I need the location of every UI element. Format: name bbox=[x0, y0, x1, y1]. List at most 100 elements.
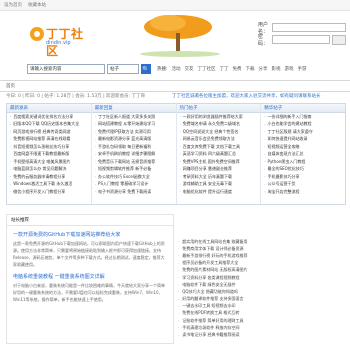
hot-link[interactable]: 交友 bbox=[185, 66, 194, 72]
post-link[interactable]: 百度网盘不限速下载教程最新版 bbox=[7, 151, 91, 159]
hot-search-links: 热搜: 活动 交友 丁丁社区 丁丁 免费 下载 分享 影视 游戏 手游 bbox=[157, 66, 307, 72]
username-input[interactable] bbox=[272, 23, 346, 32]
post-link[interactable]: 电脑优化软件 提升运行速度 bbox=[177, 188, 261, 196]
hot-link[interactable]: 影视 bbox=[272, 66, 281, 72]
post-link[interactable]: 手游礼包码领取 每日更新福利 bbox=[92, 143, 176, 151]
list-item[interactable]: 记账软件推荐 简单好用的理财工具 bbox=[178, 317, 344, 324]
login-form: 用户名： 密码： bbox=[258, 22, 346, 47]
featured-post-title[interactable]: 一款开源免费的GitHub下载加速网站推荐给大家 bbox=[13, 231, 167, 238]
post-link[interactable]: PS入门教程 零基础学习设计 bbox=[92, 181, 176, 189]
post-link[interactable]: 丁丁社区新人报道 大家多多关照 bbox=[92, 113, 176, 121]
latest-replies-column: 最新回复 丁丁社区新人报道 大家多多关照 网站搭建教程 从零开始建站学习 免费代… bbox=[91, 104, 177, 204]
post-link[interactable]: 百度搜索关键词优化排名方法分享 bbox=[7, 113, 91, 121]
header: 丁丁社区 dindin.vip 用户名： 密码： bbox=[0, 11, 350, 58]
post-link[interactable]: QQ空间说说大全 经典个性签名 bbox=[177, 128, 261, 136]
post-link[interactable]: 游戏辅助工具 安全无毒下载 bbox=[177, 181, 261, 189]
list-item[interactable]: 电脑软件下载 绿色安全无插件 bbox=[178, 281, 344, 288]
bookmark-link[interactable]: 收藏本站 bbox=[28, 2, 46, 8]
list-item[interactable]: QQ技巧大全 隐藏功能你知道吗 bbox=[178, 288, 344, 295]
featured-post-title[interactable]: 电脑系统重装教程 一键重装系统图文详解 bbox=[13, 273, 167, 280]
site-logo[interactable]: 丁丁社区 dindin.vip bbox=[30, 25, 90, 58]
hot-link[interactable]: 丁丁社区 bbox=[198, 66, 216, 72]
post-link[interactable]: 免费的云服务器申请教程分享 bbox=[7, 173, 91, 181]
search-type-select[interactable]: 帖子 bbox=[107, 64, 139, 74]
list-item[interactable]: 一键去水印工具 短视频去水印 bbox=[178, 303, 344, 310]
post-link[interactable]: 网易云音乐会员免费领取方法 bbox=[177, 136, 261, 144]
hot-link[interactable]: 活动 bbox=[172, 66, 181, 72]
set-homepage-link[interactable]: 设为首页 bbox=[4, 2, 22, 8]
post-link[interactable]: 旧版本QQ下载 QQ历史版本合集大全 bbox=[7, 121, 91, 129]
post-link[interactable]: 抖音短视频怎么涨粉丝技巧分享 bbox=[7, 143, 91, 151]
search-input[interactable] bbox=[27, 64, 105, 74]
post-link[interactable]: 电脑蓝屏怎么办 常见问题解决 bbox=[7, 166, 91, 174]
list-item[interactable]: 读书笔记分享 经典书籍推荐阅读 bbox=[178, 331, 344, 338]
post-link[interactable]: 手机摄影技巧分享 bbox=[261, 173, 345, 181]
post-link[interactable]: 微信小程序开发入门教程分享 bbox=[7, 188, 91, 196]
breadcrumb-home[interactable]: 首页 bbox=[6, 83, 15, 89]
search-button[interactable]: 🔍 bbox=[141, 64, 151, 74]
post-link[interactable]: 免费域名申请 永久免费二级域名 bbox=[177, 121, 261, 129]
top-bar: 设为首页 收藏本站 bbox=[0, 0, 350, 11]
post-link[interactable]: 短视频剪辑软件推荐 新手必备 bbox=[92, 166, 176, 174]
post-link[interactable]: 办公软件技巧 Excel函数大全 bbox=[92, 173, 176, 181]
list-item[interactable]: 好用的翻译软件推荐 支持多国语言 bbox=[178, 296, 344, 303]
hot-label: 热搜: bbox=[157, 67, 168, 72]
featured-post-body: 这是一款免费开源的GitHub下载加速网站，可以帮助国内用户快速下载GitHub… bbox=[13, 241, 165, 267]
featured-posts-column: 精华帖子 一份详细的新手入门指南 小白也能学会的建站教程 丁丁社区版规 请大家遵… bbox=[261, 104, 345, 204]
list-item[interactable]: 免费在线PDF转换工具 格式互转 bbox=[178, 310, 344, 317]
post-link[interactable]: 小白也能学会的建站教程 bbox=[261, 121, 345, 129]
column-title: 精华帖子 bbox=[261, 104, 345, 113]
hot-link[interactable]: 丁丁 bbox=[220, 66, 229, 72]
post-link[interactable]: 公众号运营干货 bbox=[261, 181, 345, 189]
list-item[interactable]: 免费的图片素材网站 无版权高清图片 bbox=[178, 267, 344, 274]
post-link[interactable]: 免费VPS主机 国外免费空间推荐 bbox=[177, 158, 261, 166]
post-link[interactable]: 网赚项目分享 靠谱副业推荐 bbox=[177, 166, 261, 174]
forum-board: 最新发表 百度搜索关键词优化排名方法分享 旧版本QQ下载 QQ历史版本合集大全 … bbox=[6, 103, 346, 205]
search-icon: 🔍 bbox=[142, 65, 150, 73]
hot-link[interactable]: 免费 bbox=[233, 66, 242, 72]
post-link[interactable]: 网站搭建教程 从零开始建站学习 bbox=[92, 121, 176, 129]
post-link[interactable]: 电子书资源分享 免费下载阅读 bbox=[92, 188, 176, 196]
post-link[interactable]: 自媒体变现方法汇总 bbox=[261, 151, 345, 159]
latest-posts-column: 最新发表 百度搜索关键词优化排名方法分享 旧版本QQ下载 QQ历史版本合集大全 … bbox=[7, 104, 92, 204]
post-link[interactable]: 安卓手机刷机教程 详细步骤图解 bbox=[92, 151, 176, 159]
post-link[interactable]: 如何快速提升网站收录 bbox=[261, 136, 345, 144]
logo-emblem-icon bbox=[30, 27, 44, 41]
post-link[interactable]: Python爬虫入门教程 bbox=[261, 158, 345, 166]
list-item[interactable]: 超实用的在线工具网站合集 收藏备用 bbox=[178, 238, 344, 245]
featured-post: 电脑系统重装教程 一键重装系统图文详解 对于电脑小白来说，重装系统可能是一件比较… bbox=[7, 268, 173, 303]
post-link[interactable]: 短视频运营全攻略 bbox=[261, 143, 345, 151]
post-link[interactable]: 最全的SEO优化技巧 bbox=[261, 166, 345, 174]
post-link[interactable]: 最新电影资源分享 蓝光高清版 bbox=[92, 136, 176, 144]
post-link[interactable]: Windows激活工具下载 永久激活 bbox=[7, 181, 91, 189]
hot-link[interactable]: 分享 bbox=[259, 66, 268, 72]
recommend-list: 超实用的在线工具网站合集 收藏备用 免费商用字体下载 设计师必备资源 最新手游排… bbox=[178, 238, 344, 339]
post-link[interactable]: 一款好用的浏览器插件推荐给大家 bbox=[177, 113, 261, 121]
post-link[interactable]: 手机壁纸高清大全 唯美风景图片 bbox=[7, 158, 91, 166]
announcement-marquee[interactable]: 丁丁社区诚邀各位版主加盟，欢迎大家入驻交流共享，如有疑问请联系站长 bbox=[172, 93, 321, 99]
hot-link[interactable]: 下载 bbox=[246, 66, 255, 72]
list-item[interactable]: 手机清理垃圾软件 释放内存空间 bbox=[178, 324, 344, 331]
password-label: 密码： bbox=[258, 33, 269, 47]
post-link[interactable]: 丁丁社区版规 请大家遵守 bbox=[261, 128, 345, 136]
post-link[interactable]: 免费代理IP获取方法 实测可用 bbox=[92, 128, 176, 136]
list-item[interactable]: 程序员必备的开发工具推荐大全 bbox=[178, 260, 344, 267]
brand-url: dindin.vip bbox=[46, 40, 71, 46]
hot-link[interactable]: 手游 bbox=[298, 66, 307, 72]
search-bar: 帖子 🔍 热搜: 活动 交友 丁丁社区 丁丁 免费 下载 分享 影视 游戏 手游 bbox=[0, 62, 350, 76]
post-link[interactable]: 百度文库免费下载 文档下载工具 bbox=[177, 143, 261, 151]
post-link[interactable]: 英语学习资料 四六级真题汇总 bbox=[177, 151, 261, 159]
post-link[interactable]: 一份详细的新手入门指南 bbox=[261, 113, 345, 121]
password-input[interactable] bbox=[272, 35, 330, 44]
list-item[interactable]: 学习资料分享 各类课程视频教程 bbox=[178, 274, 344, 281]
featured-post-body: 对于电脑小白来说，重装系统可能是一件比较困难的事情，今天就给大家分享一个简单好用… bbox=[13, 283, 165, 302]
post-link[interactable]: 淘宝开店完整流程 bbox=[261, 188, 345, 196]
list-item[interactable]: 免费商用字体下载 设计师必备资源 bbox=[178, 245, 344, 252]
post-link[interactable]: 免费影视网站推荐 高清在线观看 bbox=[7, 136, 91, 144]
list-item[interactable]: 最新手游排行榜 好玩的手机游戏推荐 bbox=[178, 252, 344, 259]
hot-link[interactable]: 游戏 bbox=[285, 66, 294, 72]
post-link[interactable]: 考研资料大全 历年真题下载 bbox=[177, 173, 261, 181]
post-link[interactable]: 网页游戏排行榜 经典传奇类网游 bbox=[7, 128, 91, 136]
post-link[interactable]: 免费音乐下载网站 无损音质推荐 bbox=[92, 158, 176, 166]
login-button[interactable] bbox=[332, 34, 346, 45]
